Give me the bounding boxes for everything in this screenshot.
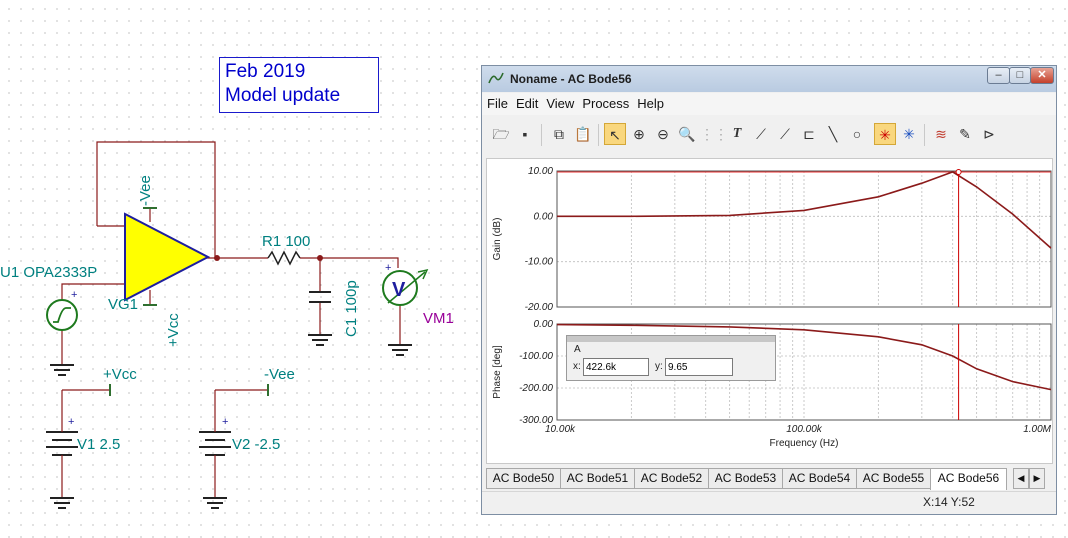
opamp-vee-label: -Vee bbox=[137, 175, 154, 206]
r1-to-c1-wire bbox=[300, 257, 399, 268]
curve-tool-icon[interactable]: ⟋ bbox=[774, 123, 796, 145]
y-tick-label: 0.00 bbox=[534, 319, 554, 330]
vcc-label: +Vcc bbox=[103, 366, 137, 383]
cursor-name: A bbox=[574, 344, 581, 355]
y-axis-label: Phase [deg] bbox=[492, 345, 503, 399]
tab-ac-bode56[interactable]: AC Bode56 bbox=[930, 468, 1007, 490]
note-line-2: Model update bbox=[225, 85, 341, 106]
maximize-button[interactable]: □ bbox=[1009, 67, 1031, 84]
circle-icon[interactable]: ○ bbox=[846, 123, 868, 145]
minimize-button[interactable]: – bbox=[987, 67, 1010, 84]
y-tick-label: -10.00 bbox=[525, 257, 554, 268]
cursor-y-label: y: bbox=[655, 361, 663, 372]
meter-label: VM1 bbox=[423, 310, 454, 327]
eyedropper-icon[interactable]: ✎ bbox=[954, 123, 976, 145]
tab-strip: AC Bode50 AC Bode51 AC Bode52 AC Bode53 … bbox=[486, 468, 1052, 490]
menu-file[interactable]: File bbox=[482, 93, 511, 111]
menu-edit[interactable]: Edit bbox=[511, 93, 541, 111]
text-tool-icon[interactable]: T bbox=[726, 123, 748, 145]
plus-sign: + bbox=[222, 416, 228, 428]
opamp-symbol bbox=[124, 212, 211, 302]
status-coords: X:14 Y:52 bbox=[923, 495, 975, 509]
plus-sign: + bbox=[385, 262, 391, 274]
line-tool-icon[interactable]: ⟋ bbox=[750, 123, 772, 145]
v1-label: V1 2.5 bbox=[77, 436, 120, 453]
zoom-out-icon[interactable]: ⊖ bbox=[652, 123, 674, 145]
zoom-100-icon[interactable]: 🔍 bbox=[676, 123, 698, 145]
v2-label: V2 -2.5 bbox=[232, 436, 280, 453]
cursor-readout[interactable]: A x: y: bbox=[566, 335, 776, 381]
curve-edit-icon[interactable]: ≋ bbox=[930, 123, 952, 145]
grid-icon[interactable]: ⋮⋮ bbox=[700, 123, 728, 145]
tab-ac-bode55[interactable]: AC Bode55 bbox=[856, 468, 931, 489]
plus-sign: + bbox=[71, 289, 77, 301]
menu-help[interactable]: Help bbox=[632, 93, 667, 111]
flag-icon[interactable]: ⊳ bbox=[978, 123, 1000, 145]
tab-scroll-left[interactable]: ◀ bbox=[1013, 468, 1029, 489]
c1-label: C1 100p bbox=[343, 280, 360, 337]
cursor-b-icon[interactable]: ✳ bbox=[898, 123, 920, 145]
bode-window[interactable]: Noname - AC Bode56 – □ ✕ File Edit View Pro… bbox=[481, 65, 1057, 515]
toolbar: 🗁 ▪ ⧉ 📋 ↖ ⊕ ⊖ 🔍 ⋮⋮ T ⟋ ⟋ ⊏ ╲ ○ ✳ ✳ ≋ ✎ ⊳ bbox=[486, 120, 1052, 152]
y-tick-label: 10.00 bbox=[528, 166, 553, 177]
cursor-a-icon[interactable]: ✳ bbox=[874, 123, 896, 145]
cursor-x-label: x: bbox=[573, 361, 581, 372]
cursor-y-field[interactable] bbox=[665, 358, 733, 376]
window-title: Noname - AC Bode56 bbox=[510, 72, 632, 86]
x-tick-label: 1.00M bbox=[1023, 424, 1051, 435]
title-bar[interactable]: Noname - AC Bode56 – □ ✕ bbox=[482, 66, 1056, 92]
tab-ac-bode53[interactable]: AC Bode53 bbox=[708, 468, 783, 489]
y-tick-label: -20.00 bbox=[525, 302, 554, 313]
cursor-marker bbox=[955, 169, 962, 175]
copy-icon[interactable]: ⧉ bbox=[548, 123, 570, 145]
bode-plot[interactable]: 10.00 0.00 -10.00 -20.00 Gain (dB) 0.00 -100.0… bbox=[487, 159, 1052, 463]
line-icon[interactable]: ╲ bbox=[822, 123, 844, 145]
r1-resistor bbox=[267, 250, 301, 266]
y-tick-label: -200.00 bbox=[519, 383, 553, 394]
status-bar: X:14 Y:52 bbox=[482, 491, 1056, 514]
menu-view[interactable]: View bbox=[541, 93, 577, 111]
x-tick-label: 100.00k bbox=[786, 424, 823, 435]
tab-ac-bode50[interactable]: AC Bode50 bbox=[486, 468, 561, 489]
vee-label: -Vee bbox=[264, 366, 295, 383]
y-tick-label: -100.00 bbox=[519, 351, 553, 362]
close-button[interactable]: ✕ bbox=[1030, 67, 1054, 84]
cursor-x-field[interactable] bbox=[583, 358, 649, 376]
tab-ac-bode54[interactable]: AC Bode54 bbox=[782, 468, 857, 489]
meter-symbol: V bbox=[392, 279, 406, 301]
zoom-in-icon[interactable]: ⊕ bbox=[628, 123, 650, 145]
tab-ac-bode51[interactable]: AC Bode51 bbox=[560, 468, 635, 489]
x-tick-label: 10.00k bbox=[545, 424, 576, 435]
tab-ac-bode52[interactable]: AC Bode52 bbox=[634, 468, 709, 489]
open-icon[interactable]: 🗁 bbox=[490, 123, 512, 145]
paste-icon[interactable]: 📋 bbox=[572, 123, 594, 145]
tab-scroll-right[interactable]: ▶ bbox=[1029, 468, 1045, 489]
y-tick-label: 0.00 bbox=[534, 211, 554, 222]
opamp-label: U1 OPA2333P bbox=[0, 264, 97, 281]
r1-label: R1 100 bbox=[262, 233, 310, 250]
save-icon[interactable]: ▪ bbox=[514, 123, 536, 145]
plus-sign: + bbox=[68, 416, 74, 428]
y-axis-label: Gain (dB) bbox=[492, 218, 503, 261]
menu-process[interactable]: Process bbox=[577, 93, 632, 111]
axis-tool-icon[interactable]: ⊏ bbox=[798, 123, 820, 145]
app-icon bbox=[488, 72, 504, 84]
source-label: VG1 bbox=[108, 296, 138, 313]
opamp-vcc-label: +Vcc bbox=[165, 313, 182, 347]
pointer-icon[interactable]: ↖ bbox=[604, 123, 626, 145]
x-axis-label: Frequency (Hz) bbox=[770, 438, 839, 449]
menu-bar: File Edit View Process Help bbox=[482, 93, 1056, 115]
signal-source-symbol bbox=[46, 299, 78, 331]
text-note[interactable]: Feb 2019 Model update bbox=[219, 57, 379, 113]
note-line-1: Feb 2019 bbox=[225, 61, 306, 82]
plot-area[interactable]: 10.00 0.00 -10.00 -20.00 Gain (dB) 0.00 -100.0… bbox=[486, 158, 1053, 464]
